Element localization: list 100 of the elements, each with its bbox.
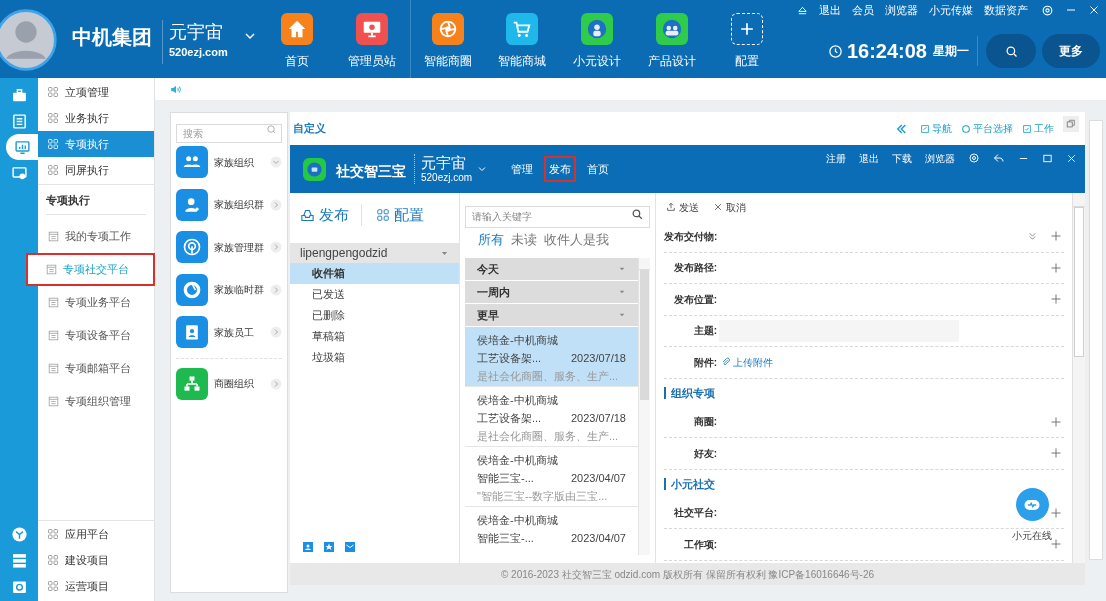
menu-item[interactable]: 专项业务平台 — [38, 286, 154, 319]
organization-item[interactable]: 家族员工 — [176, 311, 282, 354]
app-button[interactable]: 智能商城 — [484, 0, 560, 78]
account-dropdown[interactable]: lipengpengodzid — [290, 243, 459, 263]
chart-icon — [14, 138, 31, 156]
checkbox-icon — [1022, 123, 1032, 134]
field-label: 社交平台: — [672, 506, 717, 521]
folder-item[interactable]: 草稿箱 — [290, 326, 459, 347]
menu-item[interactable]: 同屏执行 — [38, 157, 154, 183]
field-label: 发布交付物: — [664, 229, 717, 244]
app-button[interactable]: 管理员站 — [334, 0, 410, 78]
organization-item[interactable]: 商圈组织 — [176, 362, 282, 405]
plus-icon — [1050, 538, 1062, 551]
weekday: 星期一 — [933, 43, 969, 60]
upload-icon — [666, 202, 676, 212]
document-icon — [10, 112, 28, 130]
organization-item[interactable]: 家族组织 — [176, 141, 282, 184]
folder-item[interactable]: 已删除 — [290, 305, 459, 326]
group-header[interactable]: 一周内 — [465, 281, 638, 304]
grid-icon — [47, 528, 59, 540]
nav-tab[interactable]: 管理 — [506, 156, 539, 182]
scrollbar[interactable] — [638, 258, 650, 555]
toolbar-button[interactable]: 配置 — [361, 203, 424, 227]
menu-item[interactable]: 运营项目 — [38, 573, 154, 599]
site-title: 元宇宙 — [169, 21, 224, 44]
message-subject: 工艺设备架... — [477, 411, 542, 426]
grid-icon — [376, 208, 390, 222]
settings-icon — [1041, 3, 1054, 17]
toolbar-button[interactable]: 发布 — [300, 203, 349, 227]
app-button[interactable]: 首页 — [259, 0, 335, 78]
folder-item[interactable]: 已发送 — [290, 284, 459, 305]
workspace-title: 自定义 — [293, 121, 326, 137]
cube-icon — [10, 525, 28, 543]
filter-tab[interactable]: 所有 — [478, 230, 504, 250]
app-button[interactable]: 智能商圈 — [409, 0, 485, 78]
settings-icon — [968, 152, 980, 164]
menu-item[interactable]: 应用平台 — [38, 521, 154, 547]
message-date: 2023/07/18 — [570, 411, 626, 426]
menu-item[interactable]: 专项组织管理 — [38, 385, 154, 418]
organization-item[interactable]: 家族组织群 — [176, 183, 282, 226]
dropdown-icon — [618, 288, 626, 296]
nav-tab[interactable]: 首页 — [582, 156, 615, 182]
restore-button[interactable] — [1063, 115, 1079, 132]
filter-tab[interactable]: 未读 — [511, 230, 537, 250]
briefcase-icon — [10, 86, 28, 104]
search-field[interactable]: 请输入关键字 — [465, 205, 650, 228]
app-button[interactable]: 配置 — [709, 0, 785, 78]
toolbar-button[interactable]: 取消 — [713, 199, 746, 215]
more-button[interactable]: 更多 — [1042, 34, 1100, 68]
chat-label: 小元在线 — [1012, 529, 1052, 543]
menu-item[interactable]: 我的专项工作 — [38, 220, 154, 253]
upload-link[interactable]: 上传附件 — [721, 354, 773, 370]
top-link[interactable]: 会员 — [852, 1, 874, 19]
app-button[interactable]: 产品设计 — [634, 0, 710, 78]
clock-icon — [827, 43, 843, 59]
chat-button[interactable] — [1015, 488, 1049, 521]
group-header[interactable]: 更早 — [465, 304, 638, 327]
message-preview: 是社会化商圈、服务、生产... — [477, 429, 620, 444]
toolbar-button[interactable]: 发送 — [666, 199, 699, 215]
plus-icon — [731, 13, 764, 45]
menu-item[interactable]: 建设项目 — [38, 547, 154, 573]
search-icon — [266, 124, 277, 135]
mail-icon — [344, 541, 356, 553]
chart-button[interactable] — [6, 134, 38, 160]
scrollbar[interactable] — [1072, 193, 1085, 563]
header-link[interactable]: 注册 — [826, 150, 846, 166]
top-link[interactable]: 退出 — [819, 1, 841, 19]
top-link[interactable]: 数据资产 — [984, 1, 1028, 19]
folder-item[interactable]: 垃圾箱 — [290, 347, 459, 368]
app-button[interactable]: 小元设计 — [559, 0, 635, 78]
top-link[interactable]: 浏览器 — [885, 1, 918, 19]
organization-item[interactable]: 家族管理群 — [176, 226, 282, 269]
menu-item[interactable]: 专项邮箱平台 — [38, 352, 154, 385]
message-subject: 智能三宝-... — [477, 531, 534, 546]
message-item[interactable]: 侯培金-中机商城 工艺设备架... 2023/07/18 是社会化商圈、服务、生产... — [465, 327, 638, 387]
top-link[interactable]: 小元传媒 — [929, 1, 973, 19]
folder-item[interactable]: 收件箱 — [290, 263, 459, 284]
group-header[interactable]: 今天 — [465, 258, 638, 281]
menu-item[interactable]: 专项设备平台 — [38, 319, 154, 352]
menu-item[interactable]: 专项执行 — [38, 131, 154, 157]
message-sender: 侯培金-中机商城 — [477, 393, 559, 408]
document-icon — [47, 329, 60, 342]
organization-item[interactable]: 家族临时群 — [176, 268, 282, 311]
menu-item[interactable]: 立项管理 — [38, 79, 154, 105]
filter-tab[interactable]: 收件人是我 — [544, 230, 609, 250]
header-link[interactable]: 下载 — [892, 150, 912, 166]
scrollbar[interactable] — [1088, 120, 1103, 560]
plus-icon — [1050, 415, 1062, 428]
message-sender: 侯培金-中机商城 — [477, 513, 559, 528]
header-link[interactable]: 退出 — [859, 150, 879, 166]
header-link[interactable]: 浏览器 — [925, 150, 955, 166]
brand-name: 中机集团 — [72, 25, 152, 50]
grid-icon — [47, 112, 59, 124]
close-icon — [1066, 152, 1077, 164]
nav-tab[interactable]: 发布 — [544, 156, 577, 182]
menu-item[interactable]: 业务执行 — [38, 105, 154, 131]
search-button[interactable] — [986, 34, 1036, 68]
search-field[interactable]: 搜索 — [176, 124, 282, 143]
plus-icon — [1050, 506, 1062, 519]
footer-text: © 2016-2023 社交智三宝 odzid.com 版权所有 保留所有权利 豫ICP备16016646号-26 — [290, 563, 1085, 585]
